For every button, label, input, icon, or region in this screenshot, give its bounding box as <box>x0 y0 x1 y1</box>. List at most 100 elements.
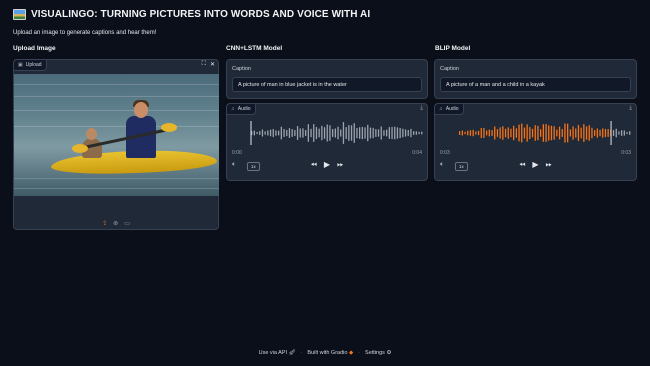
waveform-bar <box>321 125 323 141</box>
waveform-bar <box>288 127 291 139</box>
fullscreen-icon[interactable]: ⛶ <box>202 61 206 68</box>
waveform-bar <box>604 128 607 138</box>
download-icon[interactable]: ⤓ <box>629 105 632 112</box>
webcam-icon[interactable]: ⊚ <box>113 220 118 227</box>
settings-link[interactable]: Settings ⚙ <box>365 350 391 356</box>
skip-forward-icon[interactable]: ⏩︎ <box>546 160 552 170</box>
cnn-waveform[interactable] <box>231 120 427 146</box>
blip-time-total: 0:03 <box>621 150 631 156</box>
image-upload-panel[interactable]: ▣ Upload ⛶ ✕ ⇪ ⊚ ▭ <box>13 59 219 230</box>
waveform-bar <box>596 128 598 138</box>
waveform-bar <box>558 126 561 140</box>
waveform-bar <box>364 127 366 139</box>
waveform-bar <box>491 130 493 136</box>
app-header: VISUALINGO: TURNING PICTURES INTO WORDS … <box>13 9 370 20</box>
close-icon[interactable]: ✕ <box>210 61 215 68</box>
skip-forward-icon[interactable]: ⏩︎ <box>337 160 343 170</box>
waveform-bar <box>550 125 553 141</box>
built-with-gradio-link[interactable]: Built with Gradio ◆ <box>307 350 353 356</box>
play-icon[interactable]: ▶ <box>532 160 538 170</box>
cnn-section-label: CNN+LSTM Model <box>226 45 283 52</box>
waveform-bar <box>567 123 569 143</box>
waveform-bar <box>302 128 304 138</box>
waveform-bar <box>261 129 264 137</box>
cnn-time-total: 0:04 <box>412 150 422 156</box>
page-title: VISUALINGO: TURNING PICTURES INTO WORDS … <box>31 9 371 20</box>
waveform-bar <box>626 131 628 135</box>
blip-audio-panel: ♫ Audio ⤓ 0:03 0:03 🔈︎ 1x ⏪︎ ▶ ⏩︎ <box>434 103 637 181</box>
waveform-bar <box>294 129 296 137</box>
waveform-bar <box>496 129 499 137</box>
waveform-bar <box>367 124 369 142</box>
waveform-bar <box>469 130 472 136</box>
waveform-bar <box>499 127 501 139</box>
play-icon[interactable]: ▶ <box>324 160 330 170</box>
waveform-bar <box>329 125 331 141</box>
upload-icon[interactable]: ⇪ <box>102 220 107 227</box>
waveform-bar <box>475 131 477 135</box>
waveform-bar <box>418 131 420 135</box>
waveform-bar <box>272 128 274 138</box>
use-via-api-link[interactable]: Use via API 🚀︎ <box>259 350 296 356</box>
image-icon: ▣ <box>18 62 23 68</box>
waveform-bar <box>413 131 415 135</box>
waveform-bar <box>518 124 520 142</box>
waveform-bar <box>607 128 609 138</box>
clipboard-icon[interactable]: ▭ <box>124 220 130 227</box>
waveform-bar <box>477 130 480 136</box>
music-note-icon: ♫ <box>231 106 235 112</box>
waveform-bar <box>504 128 507 138</box>
cnn-caption-panel: Caption A picture of man in blue jacket … <box>226 59 428 99</box>
waveform-bar <box>407 129 409 137</box>
waveform-bar <box>391 126 393 140</box>
cnn-caption-label: Caption <box>232 66 251 72</box>
download-icon[interactable]: ⤓ <box>420 105 423 112</box>
waveform-bar <box>599 129 601 137</box>
waveform-bar <box>323 127 326 139</box>
cnn-audio-tag: ♫ Audio <box>227 104 256 115</box>
waveform-bar <box>502 126 504 140</box>
waveform-bar <box>307 124 309 142</box>
waveform-bar <box>537 125 539 141</box>
footer: Use via API 🚀︎ · Built with Gradio ◆ · S… <box>258 350 392 356</box>
waveform-bar <box>280 126 282 140</box>
waveform-bar <box>572 126 574 140</box>
waveform-bar <box>348 124 350 142</box>
waveform-bar <box>326 124 328 142</box>
waveform-bar <box>621 130 623 136</box>
blip-time-current: 0:03 <box>440 150 450 156</box>
waveform-bar <box>256 131 258 135</box>
waveform-bar <box>421 131 423 135</box>
waveform-bar <box>334 128 336 138</box>
waveform-bar <box>472 129 474 137</box>
waveform-bar <box>269 129 272 137</box>
cnn-caption-textbox[interactable]: A picture of man in blue jacket is in th… <box>232 77 422 92</box>
waveform-bar <box>467 130 469 136</box>
waveform-bar <box>591 127 593 139</box>
waveform-bar <box>342 122 345 144</box>
blip-waveform[interactable] <box>439 120 635 146</box>
waveform-bar <box>545 123 547 143</box>
waveform-bar <box>569 129 571 137</box>
waveform-bar <box>488 129 490 137</box>
waveform-bar <box>521 123 523 143</box>
upload-section-label: Upload Image <box>13 45 56 52</box>
waveform-bar <box>394 126 396 140</box>
waveform-bar <box>480 127 482 139</box>
waveform-bar <box>404 129 407 137</box>
skip-backward-icon[interactable]: ⏪︎ <box>519 160 525 170</box>
waveform-bar <box>588 125 590 141</box>
waveform-bar <box>523 127 526 139</box>
blip-caption-textbox[interactable]: A picture of a man and a child in a kaya… <box>440 77 631 92</box>
blip-audio-tag-label: Audio <box>445 106 459 112</box>
waveform-bar <box>564 123 566 143</box>
waveform-bar <box>361 126 363 140</box>
waveform-bar <box>618 131 620 135</box>
waveform-bar <box>513 125 515 141</box>
waveform-bar <box>580 127 582 139</box>
waveform-bar <box>386 129 388 137</box>
waveform-bar <box>332 129 334 137</box>
blip-caption-label: Caption <box>440 66 459 72</box>
skip-backward-icon[interactable]: ⏪︎ <box>311 160 317 170</box>
waveform-bar <box>531 128 534 138</box>
